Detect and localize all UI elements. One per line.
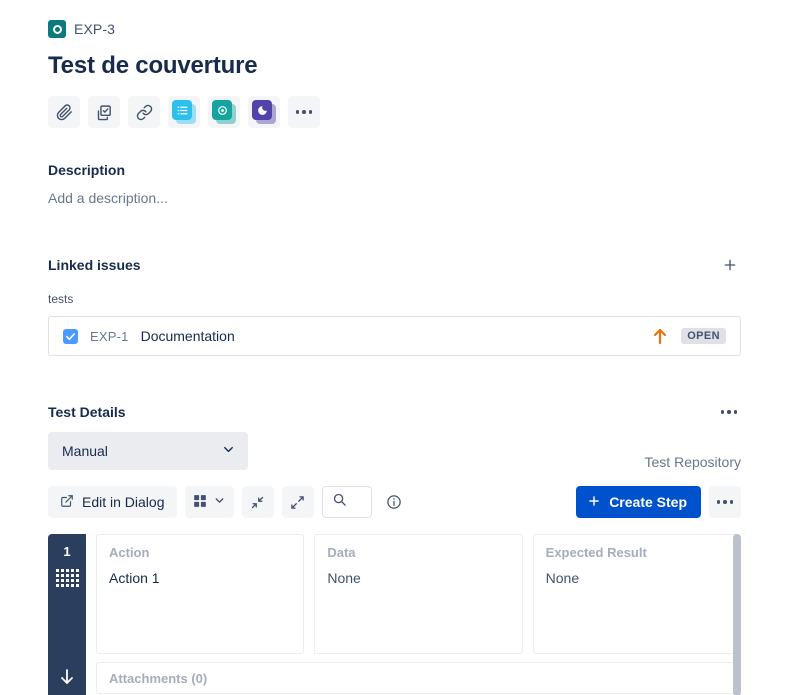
step-cell-action[interactable]: Action Action 1 xyxy=(96,534,305,654)
link-issue-icon[interactable] xyxy=(128,96,160,128)
test-type-value: Manual xyxy=(62,443,108,459)
test-steps-table: 1 Action Action 1 Data None Expected Res… xyxy=(48,534,741,695)
checklist-app-icon[interactable] xyxy=(168,96,200,128)
issue-action-toolbar xyxy=(48,96,741,128)
step-cell-expected-result[interactable]: Expected Result None xyxy=(532,534,741,654)
create-step-label: Create Step xyxy=(609,494,687,510)
steps-more-button[interactable] xyxy=(709,486,741,518)
test-type-select[interactable]: Manual xyxy=(48,432,248,470)
priority-highest-icon xyxy=(653,327,667,345)
more-actions-icon[interactable] xyxy=(288,96,320,128)
plus-icon xyxy=(587,494,601,511)
expand-all-button[interactable] xyxy=(281,486,314,518)
step-handle-column: 1 xyxy=(48,534,86,695)
chevron-down-icon xyxy=(221,442,236,460)
linked-issue-checkbox[interactable] xyxy=(63,328,78,344)
step-content: Action Action 1 Data None Expected Resul… xyxy=(86,534,741,695)
collapse-all-button[interactable] xyxy=(241,486,274,518)
column-header-action: Action xyxy=(109,545,150,560)
edit-in-dialog-label: Edit in Dialog xyxy=(82,494,165,510)
page-title: Test de couverture xyxy=(48,52,258,79)
link-relation-label: tests xyxy=(48,292,74,306)
info-icon[interactable] xyxy=(386,494,402,510)
linked-issue-key[interactable]: EXP-1 xyxy=(90,329,129,344)
step-attachments-label: Attachments (0) xyxy=(109,670,208,686)
steps-scrollbar-thumb[interactable] xyxy=(733,534,741,695)
test-details-header: Test Details xyxy=(48,404,741,420)
test-details-top-row: Manual Test Repository xyxy=(48,432,741,470)
step-number: 1 xyxy=(63,544,71,559)
column-header-expected-result: Expected Result xyxy=(545,545,647,560)
add-child-issue-icon[interactable] xyxy=(88,96,120,128)
breadcrumb: EXP-3 xyxy=(48,0,741,38)
edit-in-dialog-button[interactable]: Edit in Dialog xyxy=(48,486,177,518)
step-cell-data[interactable]: Data None xyxy=(314,534,523,654)
create-step-button[interactable]: Create Step xyxy=(576,486,701,518)
linked-issue-summary[interactable]: Documentation xyxy=(141,328,235,344)
attach-icon[interactable] xyxy=(48,96,80,128)
column-header-data: Data xyxy=(327,545,356,560)
step-data-value: None xyxy=(327,570,361,586)
issue-detail-page: EXP-3 Test de couverture Description Add… xyxy=(0,0,789,695)
description-heading: Description xyxy=(48,162,126,178)
breadcrumb-issue-key[interactable]: EXP-3 xyxy=(74,21,115,37)
grid-chevron-down-icon xyxy=(213,494,226,510)
drag-handle-icon[interactable] xyxy=(55,569,79,587)
search-input[interactable] xyxy=(321,486,372,518)
step-attachments-row[interactable]: Attachments (0) xyxy=(96,662,741,694)
grid-view-button[interactable] xyxy=(184,486,234,518)
step-cells: Action Action 1 Data None Expected Resul… xyxy=(86,534,741,654)
linked-issue-row[interactable]: EXP-1 Documentation OPEN xyxy=(48,316,741,356)
grid-icon xyxy=(193,494,207,511)
test-details-heading: Test Details xyxy=(48,404,126,420)
step-expected-result-value: None xyxy=(545,570,580,586)
move-step-down-icon[interactable] xyxy=(59,667,75,692)
add-linked-issue-icon[interactable] xyxy=(719,254,741,276)
external-link-icon xyxy=(60,494,74,511)
test-case-icon xyxy=(48,20,66,38)
steps-scrollbar[interactable] xyxy=(733,534,741,695)
linked-issues-header: Linked issues xyxy=(48,254,741,276)
app-purple-icon[interactable] xyxy=(248,96,280,128)
test-details-more-icon[interactable] xyxy=(717,406,742,418)
linked-issues-heading: Linked issues xyxy=(48,257,141,273)
search-icon xyxy=(332,492,347,512)
step-action-value: Action 1 xyxy=(109,570,160,586)
status-badge[interactable]: OPEN xyxy=(681,328,726,344)
test-repository-label[interactable]: Test Repository xyxy=(645,454,741,470)
xray-app-icon[interactable] xyxy=(208,96,240,128)
description-placeholder[interactable]: Add a description... xyxy=(48,190,741,206)
test-details-toolbar: Edit in Dialog Create Step xyxy=(48,486,741,518)
